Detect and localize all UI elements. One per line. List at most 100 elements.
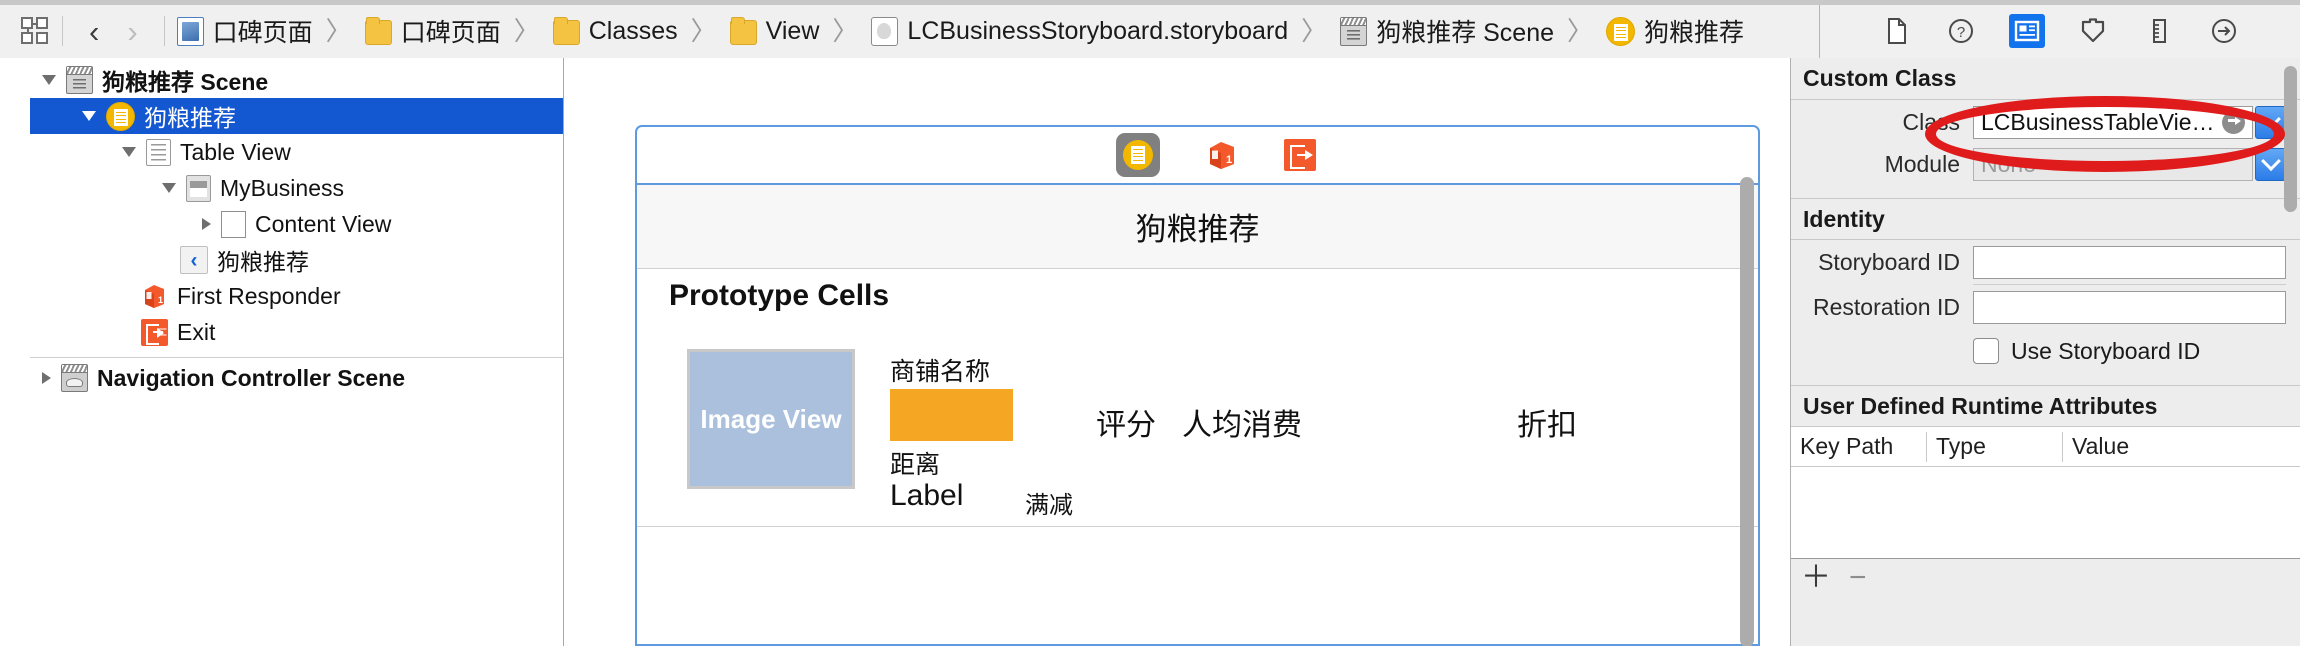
table-cell-icon (186, 175, 211, 202)
disclosure-triangle-open-icon[interactable] (82, 111, 96, 121)
content-view-icon (221, 211, 246, 238)
outline-item-first-responder[interactable]: 1 First Responder (30, 278, 563, 314)
inspector-selector-bar: ? (1820, 5, 2300, 58)
module-input[interactable]: None (1973, 148, 2253, 181)
outline-item-label: Table View (180, 139, 291, 166)
storyboard-id-row: Storyboard ID (1791, 240, 2300, 284)
file-inspector-icon[interactable] (1878, 14, 1914, 48)
outline-item-scene[interactable]: 狗粮推荐 Scene (30, 62, 563, 98)
size-inspector-icon[interactable] (2141, 14, 2177, 48)
module-dropdown-button[interactable] (2255, 148, 2286, 181)
outline-item-content-view[interactable]: Content View (30, 206, 563, 242)
outline-item-exit[interactable]: Exit (30, 314, 563, 350)
outline-item-table-view[interactable]: Table View (30, 134, 563, 170)
related-items-icon[interactable] (20, 16, 50, 46)
document-outline[interactable]: 狗粮推荐 Scene 狗粮推荐 Table View MyBusiness Co… (0, 58, 564, 646)
add-attribute-button[interactable]: ＋ (1801, 563, 1831, 593)
scene-dock: 1 (637, 127, 1758, 185)
quick-help-inspector-icon[interactable]: ? (1943, 14, 1979, 48)
attributes-inspector-icon[interactable] (2075, 14, 2111, 48)
back-button[interactable]: ‹ (75, 16, 113, 47)
spacer (1791, 184, 2300, 198)
exit-icon[interactable] (1284, 139, 1316, 171)
generic-label[interactable]: Label (890, 479, 963, 513)
full-reduction-label[interactable]: 满减 (1025, 485, 1073, 520)
folder-icon (730, 20, 757, 45)
breadcrumb-item-scene[interactable]: 狗粮推荐 Scene (1340, 13, 1554, 49)
runtime-attributes-table[interactable]: Key Path Type Value ＋ − (1791, 427, 2300, 597)
module-row: Module None (1791, 144, 2300, 184)
prototype-cell[interactable]: Image View 商铺名称 距离 Label 满减 评分 人均消费 折扣 (637, 327, 1758, 527)
navigation-bar: 狗粮推荐 (637, 185, 1758, 269)
orange-badge[interactable] (890, 389, 1013, 441)
storyboard-id-input[interactable] (1973, 246, 2286, 279)
jump-to-definition-icon[interactable] (2222, 111, 2245, 134)
rating-label[interactable]: 评分 (1096, 400, 1156, 444)
module-label: Module (1805, 151, 1973, 178)
identity-inspector-icon[interactable] (2009, 14, 2045, 48)
outline-item-my-business[interactable]: MyBusiness (30, 170, 563, 206)
breadcrumb-item-storyboard[interactable]: LCBusinessStoryboard.storyboard (871, 17, 1288, 46)
forward-button[interactable]: › (113, 16, 151, 47)
column-header-value[interactable]: Value (2063, 432, 2300, 462)
restoration-id-input[interactable] (1973, 291, 2286, 324)
use-storyboard-id-checkbox[interactable] (1973, 338, 1999, 364)
breadcrumb-item-group[interactable]: 口碑页面 (365, 13, 501, 49)
outline-item-label: 狗粮推荐 (144, 99, 236, 133)
class-value: LCBusinessTableVie… (1981, 109, 2217, 136)
average-cost-label[interactable]: 人均消费 (1182, 400, 1302, 444)
breadcrumb-item-classes[interactable]: Classes (553, 17, 678, 46)
column-header-type[interactable]: Type (1927, 432, 2063, 462)
outline-item-navigation-controller-scene[interactable]: Navigation Controller Scene (30, 360, 563, 396)
inspector-scrollbar[interactable] (2284, 66, 2297, 212)
disclosure-triangle-closed-icon[interactable] (202, 218, 211, 230)
class-dropdown-button[interactable] (2255, 106, 2286, 139)
outline-item-label: 狗粮推荐 Scene (102, 63, 268, 97)
first-responder-icon: 1 (141, 282, 168, 310)
outline-item-view-controller[interactable]: 狗粮推荐 (30, 98, 563, 134)
breadcrumb: 口碑页面 〉 口碑页面 〉 Classes 〉 View 〉 LCBusines… (177, 13, 1744, 49)
scene-scrollbar[interactable] (1740, 177, 1754, 646)
use-storyboard-id-row[interactable]: Use Storyboard ID (1791, 329, 2300, 373)
connections-inspector-icon[interactable] (2206, 14, 2242, 48)
table-footer: ＋ − (1791, 559, 2300, 597)
jump-bar-left: ‹ › 口碑页面 〉 口碑页面 〉 Classes 〉 View (0, 5, 1820, 58)
outline-item-label: Exit (177, 319, 215, 346)
view-controller-icon[interactable] (1116, 133, 1160, 177)
disclosure-triangle-open-icon[interactable] (122, 147, 136, 157)
image-view[interactable]: Image View (687, 349, 855, 489)
disclosure-triangle-open-icon[interactable] (162, 183, 176, 193)
prototype-cells-label: Prototype Cells (669, 279, 889, 313)
table-body[interactable] (1791, 467, 2300, 559)
breadcrumb-separator: 〉 (326, 18, 352, 44)
divider (62, 16, 63, 46)
outline-item-label: First Responder (177, 283, 341, 310)
disclosure-triangle-closed-icon[interactable] (42, 372, 51, 384)
outline-item-back-button[interactable]: ‹ 狗粮推荐 (30, 242, 563, 278)
remove-attribute-button[interactable]: − (1849, 563, 1867, 593)
breadcrumb-separator: 〉 (691, 18, 717, 44)
disclosure-triangle-open-icon[interactable] (42, 75, 56, 85)
image-view-label: Image View (700, 404, 841, 435)
breadcrumb-label: Classes (589, 17, 678, 46)
breadcrumb-label: 狗粮推荐 (1644, 13, 1744, 49)
first-responder-icon[interactable]: 1 (1205, 138, 1239, 172)
interface-builder-canvas[interactable]: 1 狗粮推荐 Prototype Cells Image View 商铺名称 距… (565, 58, 1790, 646)
identity-inspector-panel[interactable]: Custom Class Class LCBusinessTableVie… M… (1790, 58, 2300, 646)
restoration-id-row: Restoration ID (1791, 285, 2300, 329)
class-input[interactable]: LCBusinessTableVie… (1973, 106, 2253, 139)
outline-item-label: Content View (255, 211, 391, 238)
breadcrumb-item-view-controller[interactable]: 狗粮推荐 (1606, 13, 1744, 49)
breadcrumb-separator: 〉 (514, 18, 540, 44)
view-controller-scene[interactable]: 1 狗粮推荐 Prototype Cells Image View 商铺名称 距… (635, 125, 1760, 646)
column-header-key-path[interactable]: Key Path (1791, 432, 1927, 462)
exit-icon (141, 319, 168, 346)
storyboard-id-label: Storyboard ID (1805, 249, 1973, 276)
shop-name-label[interactable]: 商铺名称 (890, 352, 990, 388)
breadcrumb-item-view[interactable]: View (730, 17, 820, 46)
breadcrumb-label: 口碑页面 (213, 13, 313, 49)
discount-label[interactable]: 折扣 (1517, 400, 1577, 444)
breadcrumb-item-project[interactable]: 口碑页面 (177, 13, 313, 49)
class-label: Class (1805, 109, 1973, 136)
distance-label[interactable]: 距离 (890, 445, 940, 481)
